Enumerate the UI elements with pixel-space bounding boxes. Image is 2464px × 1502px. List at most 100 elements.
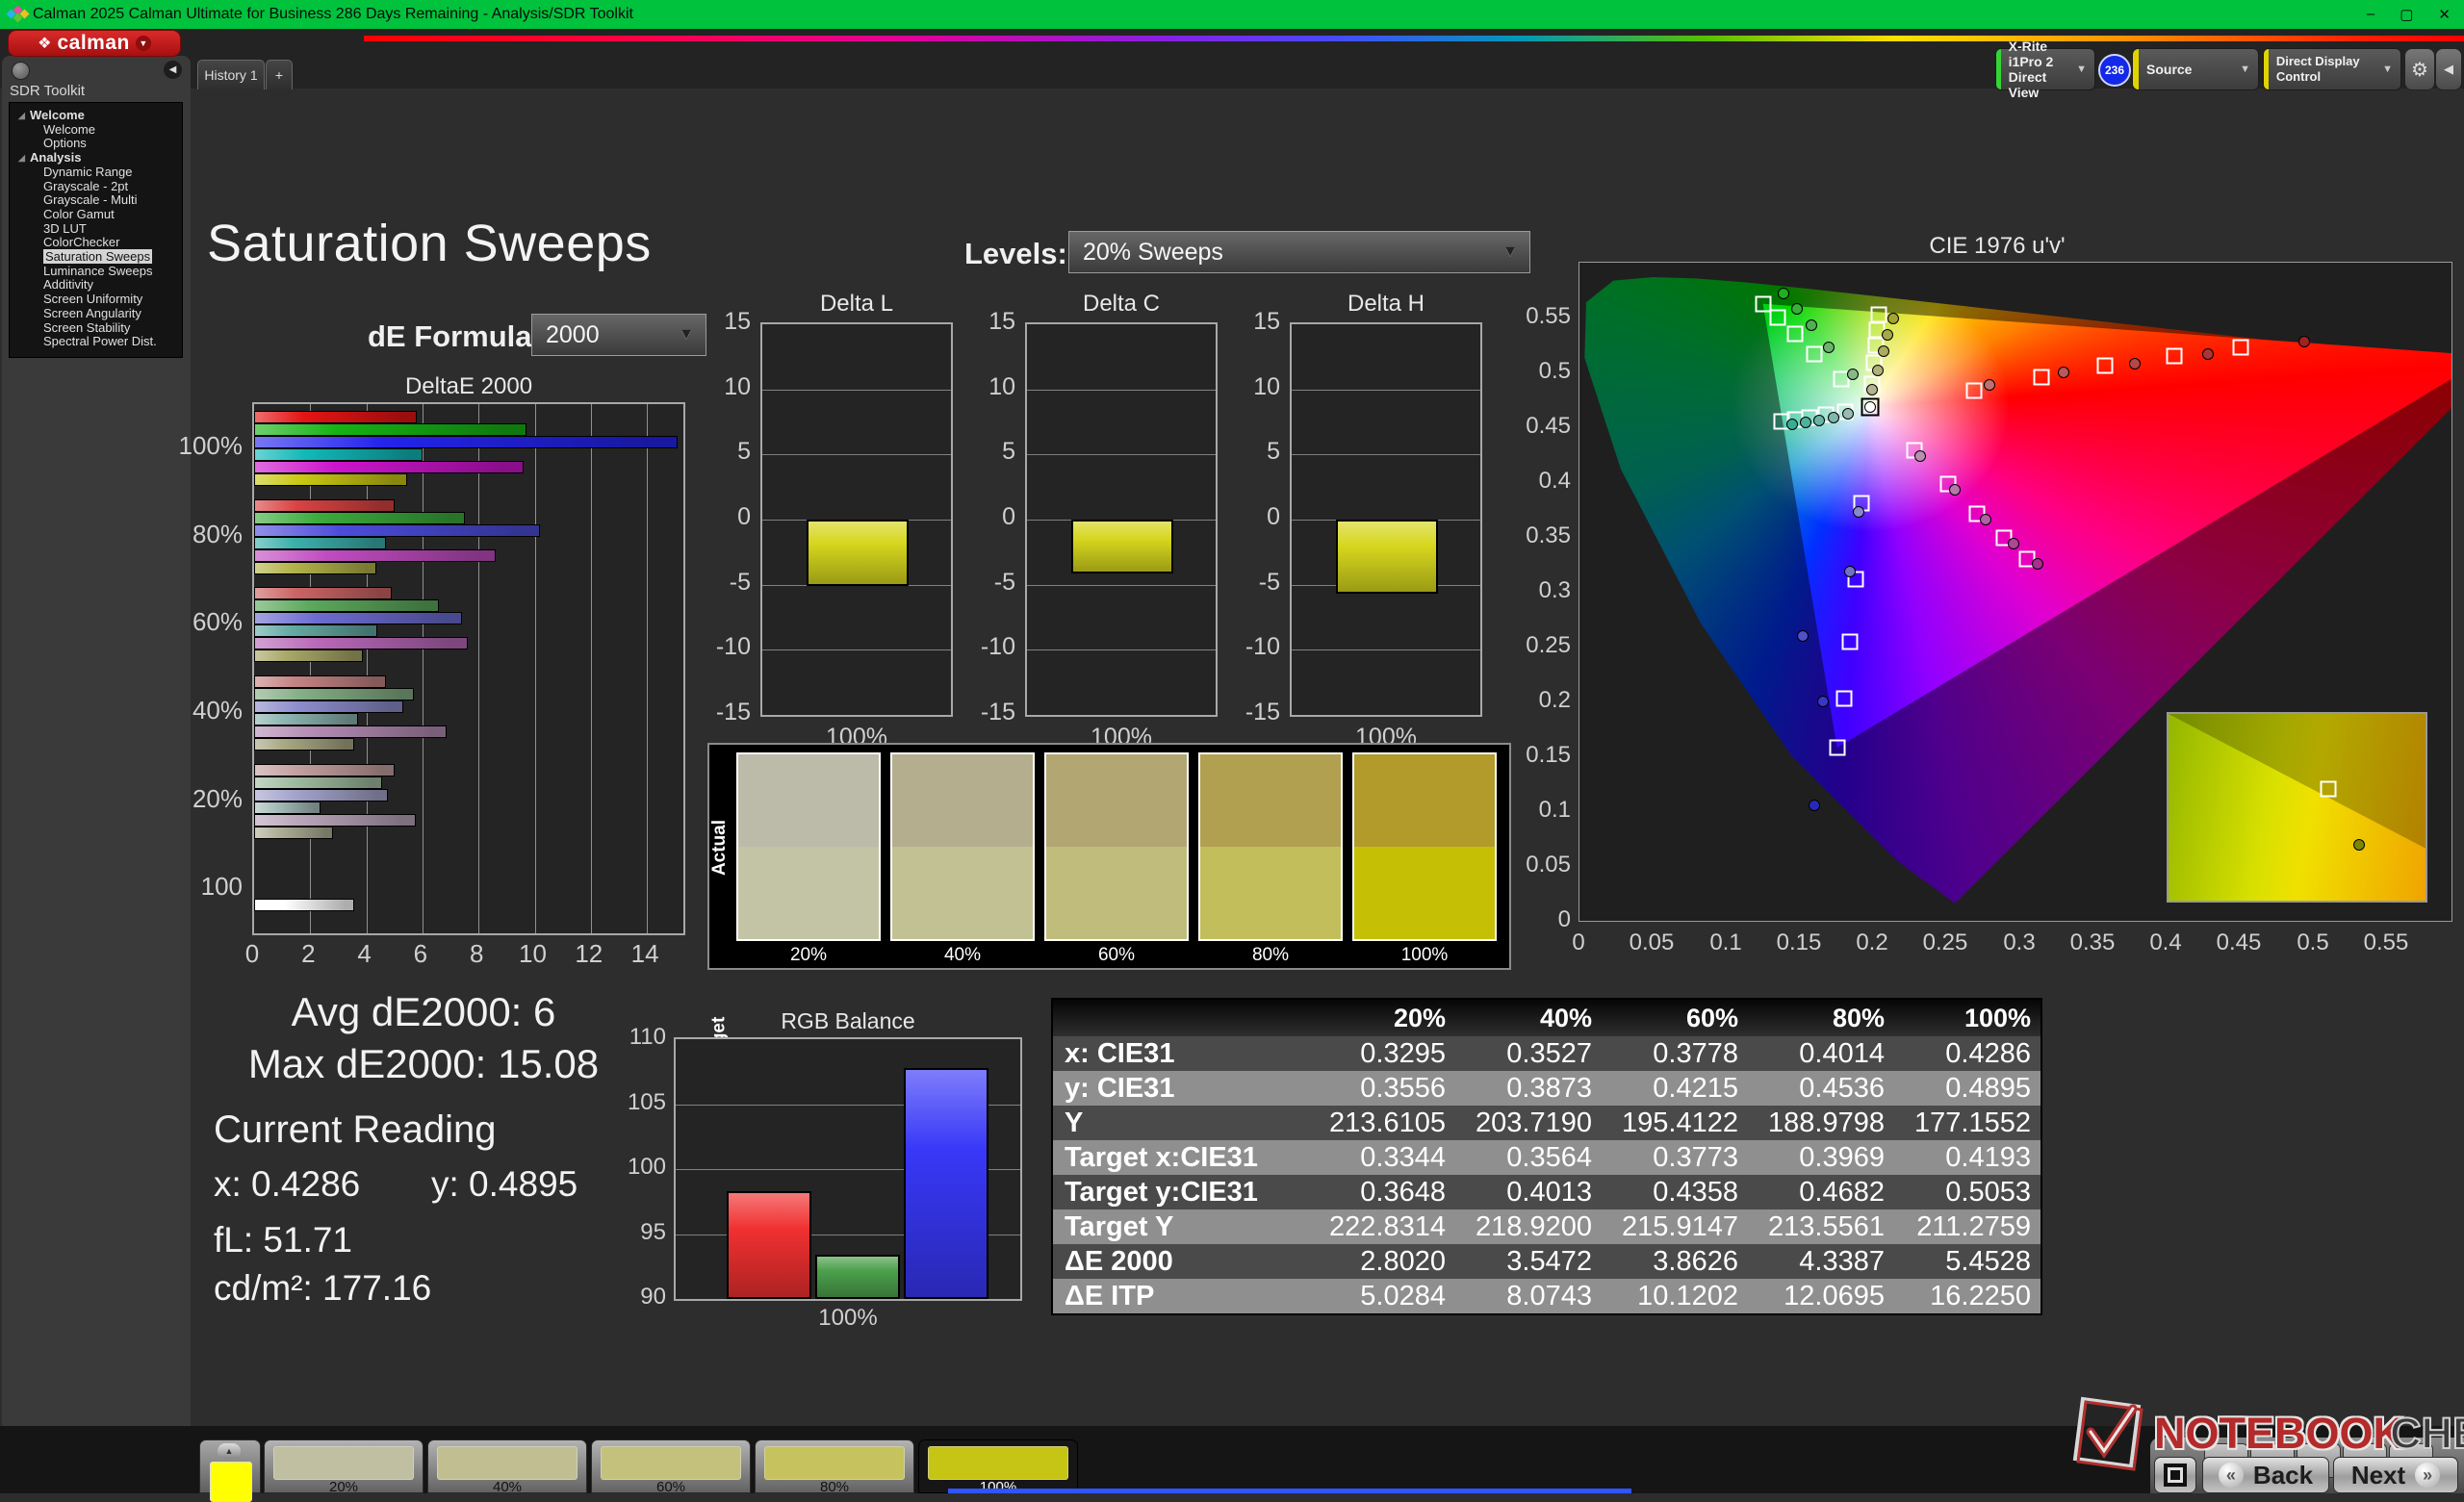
current-y-value: y: 0.4895 — [431, 1164, 578, 1204]
calman-menu-button[interactable]: ❖ calman ▼ — [8, 30, 181, 57]
bar-blue — [254, 788, 388, 802]
gridline — [1027, 584, 1216, 586]
bar-green — [254, 688, 415, 700]
gridline — [1292, 649, 1480, 651]
patch-swatch — [928, 1446, 1068, 1480]
scroll-indicator[interactable] — [948, 1489, 1631, 1493]
sidebar-item-screen-uniformity[interactable]: Screen Uniformity — [10, 292, 182, 307]
sidebar-record-icon[interactable] — [12, 62, 30, 80]
sidebar-item-dynamic-range[interactable]: Dynamic Range — [10, 165, 182, 180]
panel-collapse-button[interactable]: ◀ — [2435, 48, 2462, 90]
table-cell: 0.3564 — [1506, 1141, 1592, 1173]
minimize-icon[interactable]: – — [2367, 6, 2374, 23]
bar-red — [254, 763, 395, 776]
measured-marker-red — [2201, 347, 2214, 360]
cie-y-tick: 0.15 — [1526, 742, 1571, 768]
measured-marker-magenta — [1949, 483, 1962, 496]
tab-add-button[interactable]: + — [266, 60, 293, 89]
table-cell: 3.5472 — [1506, 1245, 1592, 1277]
sidebar-item-analysis[interactable]: ◢ Analysis — [10, 150, 182, 165]
measured-marker-red — [1983, 378, 1995, 391]
next-button-label: Next — [2350, 1460, 2406, 1489]
sidebar-item-luminance-sweeps[interactable]: Luminance Sweeps — [10, 264, 182, 279]
tab-label: History 1 — [204, 67, 258, 83]
table-cell: 0.3648 — [1360, 1176, 1446, 1208]
deltae-x-tick: 4 — [357, 939, 372, 968]
table-row: x: CIE31 0.3295 0.3527 0.3778 0.4014 0.4286 — [1053, 1036, 2040, 1071]
measured-marker-red — [2128, 357, 2141, 369]
table-cell: 0.4895 — [1945, 1072, 2031, 1104]
patch-tile-100%[interactable]: 100% — [918, 1439, 1078, 1495]
sidebar-item-label: Grayscale - Multi — [43, 192, 138, 208]
bar-blue — [254, 612, 462, 625]
tab-history-1[interactable]: History 1 — [197, 60, 265, 89]
cie-y-tick: 0.5 — [1538, 358, 1571, 384]
levels-dropdown[interactable]: 20% Sweeps ▼ — [1068, 231, 1530, 273]
measured-marker-magenta — [2031, 558, 2043, 571]
actual-swatch — [892, 754, 1033, 847]
delta_c-plot — [1025, 322, 1218, 717]
stop-button[interactable] — [2154, 1457, 2196, 1493]
next-button[interactable]: Next » — [2333, 1457, 2458, 1493]
de-formula-value: 2000 — [546, 320, 600, 348]
patch-label: 40% — [492, 1479, 523, 1495]
cie-y-tick: 0.35 — [1526, 522, 1571, 548]
sidebar-item-welcome[interactable]: ◢ Welcome — [10, 108, 182, 123]
sidebar-item-spectral-power-dist-[interactable]: Spectral Power Dist. — [10, 334, 182, 349]
sidebar-item-options[interactable]: Options — [10, 137, 182, 151]
bar-red — [254, 587, 392, 600]
rgb-bar-green — [815, 1255, 900, 1299]
patch-tile-60%[interactable]: 60% — [591, 1439, 751, 1495]
deltae-group-label: 100 — [200, 872, 243, 902]
sidebar-item-colorchecker[interactable]: ColorChecker — [10, 235, 182, 250]
patch-tile-20%[interactable]: 20% — [264, 1439, 424, 1495]
table-cell: 0.4215 — [1653, 1072, 1738, 1104]
sidebar-collapse-button[interactable]: ◀ — [164, 61, 182, 79]
sidebar-item-screen-angularity[interactable]: Screen Angularity — [10, 306, 182, 321]
back-button[interactable]: « Back — [2202, 1457, 2329, 1493]
settings-button[interactable]: ⚙ — [2404, 48, 2435, 90]
meter-dropdown[interactable]: X-Rite i1Pro 2 Direct View ▼ — [1995, 38, 2095, 100]
meter-dropdown-label: X-Rite i1Pro 2 Direct View — [2008, 38, 2054, 100]
sidebar-item-grayscale-2pt[interactable]: Grayscale - 2pt — [10, 179, 182, 194]
sidebar-item-label: Dynamic Range — [43, 164, 133, 179]
rgb-y-tick: 110 — [629, 1024, 666, 1050]
rgb-y-tick: 95 — [640, 1219, 666, 1245]
measured-marker-yellow — [1866, 383, 1879, 395]
cie-y-tick: 0.45 — [1526, 413, 1571, 439]
table-row-label: Target y:CIE31 — [1065, 1176, 1258, 1208]
sidebar-item-grayscale-multi[interactable]: Grayscale - Multi — [10, 192, 182, 208]
current-patch-tile[interactable]: ▲ — [199, 1439, 261, 1502]
arrow-up-icon[interactable]: ▲ — [218, 1443, 241, 1459]
swatch-column-label: 100% — [1400, 945, 1449, 965]
swatch-column-label: 20% — [789, 945, 828, 965]
de-formula-dropdown[interactable]: 2000 ▼ — [531, 314, 706, 356]
source-dropdown[interactable]: Source ▼ — [2132, 48, 2259, 90]
sidebar-item-color-gamut[interactable]: Color Gamut — [10, 207, 182, 222]
patch-tile-80%[interactable]: 80% — [755, 1439, 914, 1495]
delta_l-y-tick: 0 — [737, 503, 751, 530]
display-control-dropdown[interactable]: Direct Display Control ▼ — [2263, 48, 2401, 90]
bar-red — [254, 411, 418, 423]
sidebar-item-screen-stability[interactable]: Screen Stability — [10, 320, 182, 336]
maximize-icon[interactable]: ▢ — [2400, 6, 2413, 23]
close-icon[interactable]: ✕ — [2438, 6, 2451, 23]
arrow-left-icon: ◀ — [168, 64, 177, 75]
tree-expander-icon[interactable]: ◢ — [18, 109, 25, 123]
patch-tile-40%[interactable]: 40% — [427, 1439, 587, 1495]
table-row-label: Target x:CIE31 — [1065, 1141, 1258, 1173]
swatch-compare-panel: ActualTarget20%40%60%80%100% — [707, 743, 1511, 1071]
sidebar-item-3d-lut[interactable]: 3D LUT — [10, 221, 182, 237]
sidebar-item-additivity[interactable]: Additivity — [10, 278, 182, 293]
app-icon — [6, 5, 30, 23]
tree-expander-icon[interactable]: ◢ — [18, 151, 25, 165]
sidebar-item-saturation-sweeps[interactable]: Saturation Sweeps — [10, 249, 182, 265]
gridline — [1027, 454, 1216, 456]
deltae-x-tick: 10 — [519, 939, 547, 968]
measured-marker-yellow — [1882, 328, 1894, 341]
avg-de-stat: Avg dE2000: 6 — [291, 989, 556, 1034]
sidebar-item-welcome[interactable]: Welcome — [10, 122, 182, 138]
target-marker-red — [2232, 339, 2249, 356]
delta_l-y-tick: 10 — [724, 372, 751, 400]
table-cell: 12.0695 — [1784, 1280, 1885, 1311]
